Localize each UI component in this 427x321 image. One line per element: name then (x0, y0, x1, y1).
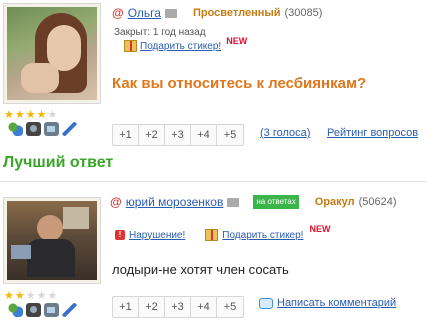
star-icon: ★ (14, 109, 25, 121)
camera-icon[interactable] (26, 122, 41, 136)
answer-author-rating-stars: ★ ★ ★ ★ ★ (4, 291, 57, 302)
question-author-tools (8, 122, 77, 136)
at-icon: @ (110, 195, 122, 209)
answer-actions-row: ! Нарушение! Подарить стикер! NEW (115, 224, 330, 241)
question-author-line: @ Ольга Просветленный (30085) (112, 6, 322, 20)
vote-plus-3[interactable]: +3 (165, 125, 191, 145)
question-author-avatar[interactable] (3, 3, 101, 104)
edit-icon[interactable] (62, 122, 77, 136)
write-comment-link[interactable]: Написать комментарий (277, 297, 396, 309)
question-vote-buttons: +1 +2 +3 +4 +5 (112, 124, 244, 146)
new-badge: NEW (309, 224, 331, 234)
comment-icon (259, 297, 273, 309)
on-answers-badge[interactable]: на ответах (253, 195, 299, 209)
star-icon: ★ (36, 109, 47, 121)
answer-author-score: (50624) (358, 196, 397, 208)
question-author-score: (30085) (284, 7, 323, 19)
question-title: Как вы относитесь к лесбиянкам? (112, 75, 367, 92)
star-icon: ★ (47, 109, 58, 121)
gift-icon (124, 40, 137, 52)
comment-row: Написать комментарий (259, 297, 396, 309)
user-icon[interactable] (8, 122, 23, 136)
user-icon[interactable] (8, 303, 23, 317)
gift-sticker-link[interactable]: Подарить стикер! (222, 230, 303, 241)
star-icon: ★ (14, 290, 25, 302)
answer-author-name[interactable]: юрий морозенков (126, 195, 224, 209)
answer-text: лодыри-не хотят член сосать (112, 262, 289, 277)
answer-author-avatar[interactable] (3, 197, 101, 284)
vote-plus-2[interactable]: +2 (139, 297, 165, 317)
violation-icon: ! (115, 230, 125, 240)
gift-icon (205, 229, 219, 241)
question-status: Закрыт: 1 год назад (114, 27, 206, 38)
camera-icon[interactable] (26, 303, 41, 317)
star-icon: ★ (4, 290, 14, 302)
question-rating-link[interactable]: Рейтинг вопросов (327, 127, 418, 139)
divider (0, 181, 427, 182)
question-author-name[interactable]: Ольга (128, 6, 161, 20)
star-icon: ★ (25, 290, 36, 302)
vote-plus-5[interactable]: +5 (217, 297, 243, 317)
best-answer-heading: Лучший ответ (3, 154, 114, 171)
star-icon: ★ (4, 109, 14, 121)
vote-plus-2[interactable]: +2 (139, 125, 165, 145)
gift-sticker-link[interactable]: Подарить стикер! (140, 41, 221, 52)
votes-count-link[interactable]: (3 голоса) (260, 127, 310, 139)
video-icon[interactable] (44, 122, 59, 136)
mail-icon[interactable] (164, 8, 177, 18)
at-icon: @ (112, 6, 124, 20)
mail-icon[interactable] (227, 197, 240, 207)
vote-plus-3[interactable]: +3 (165, 297, 191, 317)
violation-link[interactable]: Нарушение! (129, 230, 185, 241)
edit-icon[interactable] (62, 303, 77, 317)
star-icon: ★ (47, 290, 58, 302)
answer-author-tools (8, 303, 77, 317)
answer-author-rank: Оракул (314, 196, 355, 208)
answer-author-line: @ юрий морозенков на ответах Оракул (506… (110, 195, 397, 209)
question-author-rating-stars: ★ ★ ★ ★ ★ (4, 110, 57, 121)
new-badge: NEW (226, 36, 248, 46)
vote-plus-4[interactable]: +4 (191, 297, 217, 317)
question-author-rank: Просветленный (192, 7, 281, 19)
star-icon: ★ (25, 109, 36, 121)
vote-plus-4[interactable]: +4 (191, 125, 217, 145)
star-icon: ★ (36, 290, 47, 302)
answer-vote-buttons: +1 +2 +3 +4 +5 (112, 296, 244, 318)
video-icon[interactable] (44, 303, 59, 317)
vote-plus-1[interactable]: +1 (113, 125, 139, 145)
vote-plus-1[interactable]: +1 (113, 297, 139, 317)
vote-plus-5[interactable]: +5 (217, 125, 243, 145)
question-gift-row: Подарить стикер! NEW (124, 36, 247, 52)
